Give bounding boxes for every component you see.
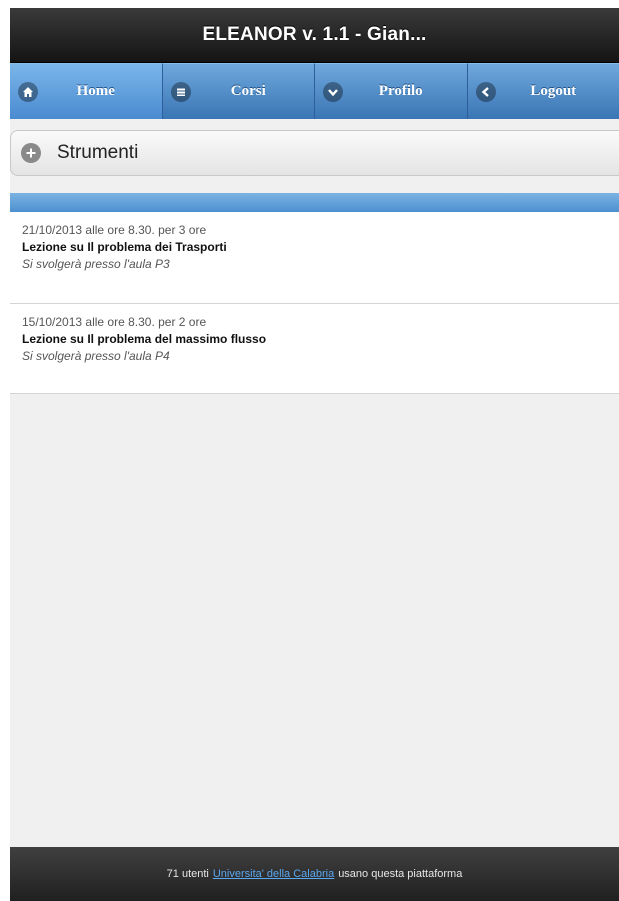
footer-suffix: usano questa piattaforma	[338, 868, 463, 880]
lesson-list: 21/10/2013 alle ore 8.30. per 3 ore Lezi…	[10, 212, 619, 394]
app-title: ELEANOR v. 1.1 - Gian...	[202, 24, 427, 45]
tools-collapsible[interactable]: Strumenti	[10, 130, 619, 176]
lesson-date: 21/10/2013 alle ore 8.30. per 3 ore	[22, 223, 207, 237]
nav-profilo-button[interactable]: Profilo	[314, 63, 467, 119]
list-item[interactable]: 21/10/2013 alle ore 8.30. per 3 ore Lezi…	[10, 212, 619, 304]
lesson-place: Si svolgerà presso l'aula P3	[22, 257, 170, 271]
footer-prefix: 71 utenti	[166, 868, 209, 880]
app-frame: ELEANOR v. 1.1 - Gian... Home Corsi Prof…	[10, 8, 619, 901]
menu-icon	[170, 81, 191, 102]
lesson-date: 15/10/2013 alle ore 8.30. per 2 ore	[22, 315, 207, 329]
tools-label: Strumenti	[57, 142, 139, 163]
list-divider	[10, 193, 619, 212]
lesson-title: Lezione su Il problema del massimo fluss…	[22, 332, 267, 346]
chevron-down-icon	[323, 81, 343, 102]
plus-icon	[21, 143, 41, 163]
lesson-title: Lezione su Il problema dei Trasporti	[22, 240, 227, 254]
nav-logout-button[interactable]: Logout	[466, 63, 619, 119]
nav-corsi-button[interactable]: Corsi	[161, 63, 314, 119]
chevron-left-icon	[475, 81, 496, 102]
list-item[interactable]: 15/10/2013 alle ore 8.30. per 2 ore Lezi…	[10, 304, 619, 394]
app-header: ELEANOR v. 1.1 - Gian...	[10, 8, 619, 63]
university-link[interactable]: Universita' della Calabria	[213, 868, 334, 880]
lesson-place: Si svolgerà presso l'aula P4	[22, 349, 170, 363]
home-icon	[18, 81, 38, 102]
footer: 71 utenti Universita' della Calabria usa…	[10, 847, 619, 901]
nav-home-button[interactable]: Home	[10, 63, 162, 119]
navbar: Home Corsi Profilo Logout	[10, 63, 619, 119]
